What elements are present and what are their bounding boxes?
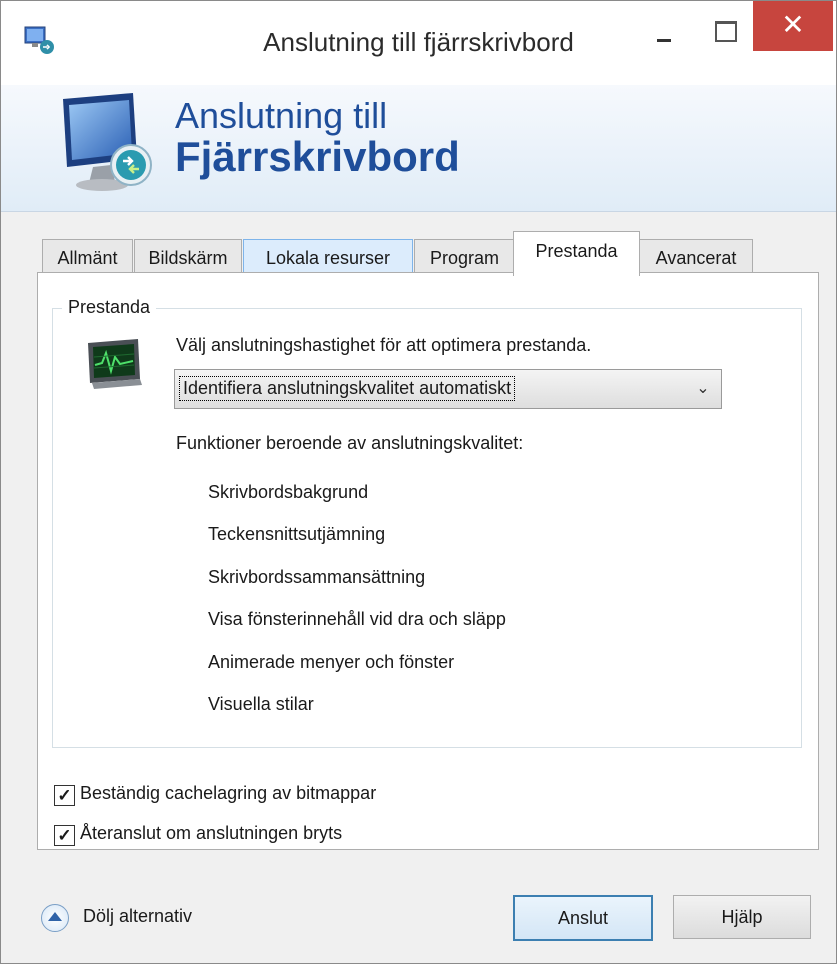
- tab-allmant[interactable]: Allmänt: [42, 239, 133, 274]
- connection-speed-select[interactable]: Identifiera anslutningskvalitet automati…: [174, 369, 722, 409]
- speed-description: Välj anslutningshastighet för att optime…: [176, 335, 592, 355]
- banner-title-line2: Fjärrskrivbord: [175, 133, 460, 180]
- tab-panel-prestanda: Prestanda Välj anslutningshastighet för …: [37, 272, 819, 850]
- tab-avancerat[interactable]: Avancerat: [639, 239, 753, 274]
- bitmap-caching-label[interactable]: Beständig cachelagring av bitmappar: [80, 783, 376, 804]
- chevron-down-icon[interactable]: ⌄: [691, 374, 715, 404]
- help-button[interactable]: Hjälp: [673, 895, 811, 939]
- performance-monitor-icon: [88, 339, 142, 389]
- remote-desktop-window: Anslutning till fjärrskrivbord ✕ Anslutn…: [0, 0, 837, 964]
- features-heading: Funktioner beroende av anslutningskvalit…: [176, 433, 524, 453]
- close-button[interactable]: ✕: [753, 1, 833, 51]
- feature-item: Visa fönsterinnehåll vid dra och släpp: [208, 609, 506, 629]
- bitmap-caching-checkbox[interactable]: ✓: [54, 785, 75, 806]
- minimize-button[interactable]: [641, 11, 687, 51]
- tab-bildskarm[interactable]: Bildskärm: [134, 239, 242, 274]
- feature-item: Teckensnittsutjämning: [208, 524, 386, 544]
- maximize-button[interactable]: [703, 11, 749, 51]
- tab-program[interactable]: Program: [414, 239, 515, 274]
- connection-speed-value: Identifiera anslutningskvalitet automati…: [178, 376, 516, 401]
- reconnect-label[interactable]: Återanslut om anslutningen bryts: [80, 823, 342, 844]
- tab-prestanda[interactable]: Prestanda: [513, 231, 640, 276]
- reconnect-checkbox[interactable]: ✓: [54, 825, 75, 846]
- connect-button[interactable]: Anslut: [513, 895, 653, 941]
- feature-item: Animerade menyer och fönster: [208, 652, 455, 672]
- hide-options-link[interactable]: Dölj alternativ: [83, 906, 192, 927]
- feature-item: Visuella stilar: [208, 694, 314, 714]
- feature-item: Skrivbordssammansättning: [208, 567, 426, 587]
- banner-title-line1: Anslutning till: [175, 95, 388, 136]
- performance-group-label: Prestanda: [62, 297, 157, 318]
- feature-item: Skrivbordsbakgrund: [208, 482, 369, 502]
- remote-desktop-monitor-icon: [63, 93, 152, 191]
- title-bar: Anslutning till fjärrskrivbord ✕: [1, 1, 836, 85]
- chevron-up-circle-icon[interactable]: [41, 904, 69, 932]
- header-banner: Anslutning till Fjärrskrivbord: [1, 85, 836, 212]
- tab-lokala-resurser[interactable]: Lokala resurser: [243, 239, 413, 274]
